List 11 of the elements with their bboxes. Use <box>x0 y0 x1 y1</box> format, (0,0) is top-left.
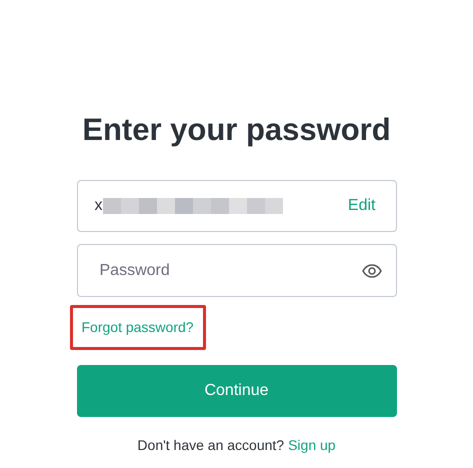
page-title: Enter your password <box>82 112 391 148</box>
password-field[interactable]: Password <box>76 244 396 297</box>
signup-link[interactable]: Sign up <box>288 435 336 456</box>
edit-link[interactable]: Edit <box>348 194 376 218</box>
signup-prompt: Don't have an account? <box>137 436 284 455</box>
email-field[interactable]: x Edit <box>76 180 396 232</box>
forgot-password-link[interactable]: Forgot password? <box>70 305 206 350</box>
continue-button[interactable]: Continue <box>76 365 396 417</box>
eye-icon[interactable] <box>362 264 382 278</box>
email-value: x <box>94 196 102 216</box>
password-input[interactable]: Password <box>100 258 362 282</box>
